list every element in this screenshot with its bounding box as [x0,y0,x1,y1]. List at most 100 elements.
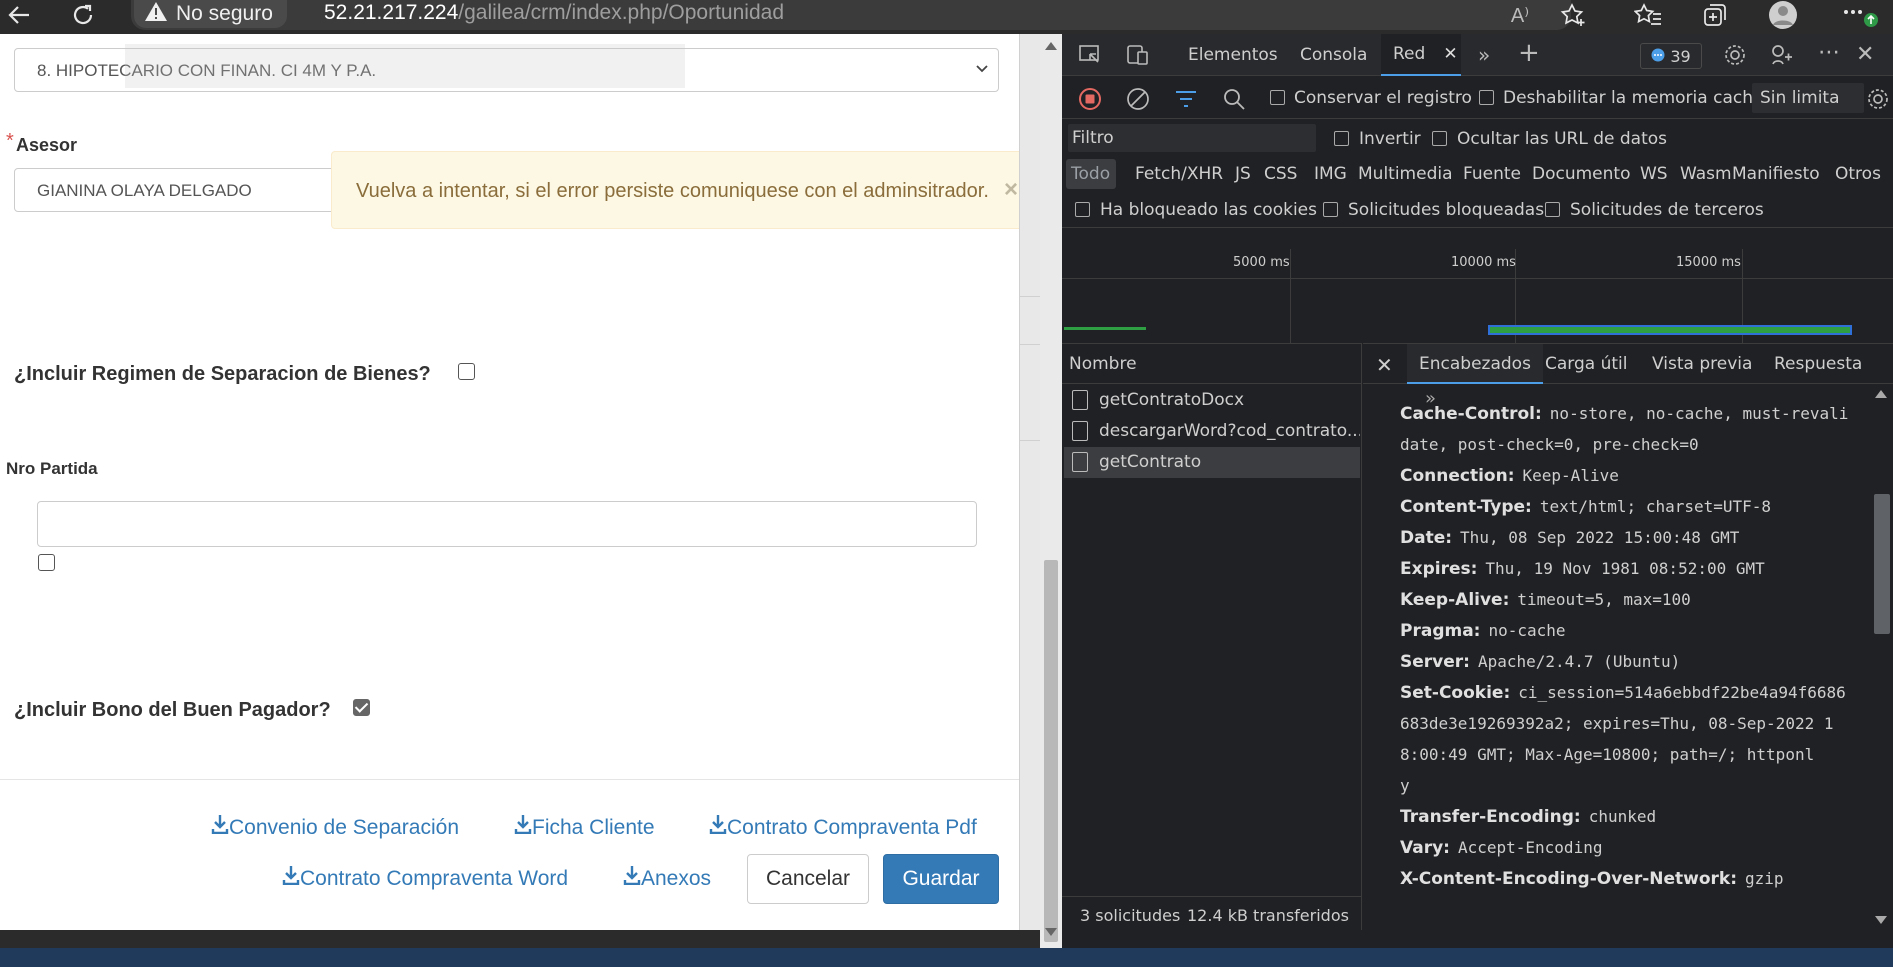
tab-payload[interactable]: Carga útil [1545,354,1627,374]
third-party-label: Solicitudes de terceros [1570,200,1764,220]
close-devtools-icon[interactable]: ✕ [1856,42,1874,67]
cancel-button[interactable]: Cancelar [747,854,869,904]
detail-tabbar: ✕ Encabezados Carga útil Vista previa Re… [1363,344,1893,384]
header-value: no-store, no-cache, must-revali [1549,404,1849,423]
record-stop-icon[interactable] [1078,87,1102,115]
more-menu-icon[interactable] [1840,0,1880,30]
scrollbar-thumb[interactable] [1044,560,1058,942]
url-text[interactable]: 52.21.217.224/galilea/crm/index.php/Opor… [324,1,784,25]
cookie-filter-row: Ha bloqueado las cookies Solicitudes blo… [1062,192,1893,228]
more-tabs-icon[interactable]: » [1478,43,1490,67]
contrato-pdf-link[interactable]: Contrato Compraventa Pdf [709,814,977,840]
file-icon [1072,421,1088,441]
type-fetch-xhr[interactable]: Fetch/XHR [1135,164,1223,184]
inspect-icon[interactable] [1078,44,1102,70]
header-value: Thu, 19 Nov 1981 08:52:00 GMT [1485,559,1765,578]
preserve-log-checkbox[interactable] [1270,90,1285,105]
preserve-log-label: Conservar el registro [1294,88,1472,108]
blocked-requests-checkbox[interactable] [1323,202,1338,217]
tab-console[interactable]: Consola [1300,34,1367,76]
scroll-up-icon[interactable] [1045,42,1057,50]
type-manifest[interactable]: Manifiesto [1732,164,1820,184]
close-tab-icon[interactable]: ✕ [1443,44,1457,64]
devtools-panel: Elementos Consola Red ✕ » + 39 ⋯ ✕ Conse… [1062,34,1893,930]
header-value: Accept-Encoding [1457,838,1603,857]
separation-checkbox[interactable] [458,363,475,380]
type-all[interactable]: Todo [1066,159,1116,189]
header-row: Expires: Thu, 19 Nov 1981 08:52:00 GMT [1400,559,1765,579]
scroll-down-icon[interactable] [1875,916,1887,924]
invert-checkbox[interactable] [1334,131,1349,146]
add-tab-icon[interactable]: + [1518,38,1540,68]
type-js[interactable]: JS [1235,164,1251,184]
throttling-select[interactable]: Sin limita [1752,83,1864,113]
read-aloud-icon[interactable]: A⁾ [1505,0,1535,30]
request-row-selected[interactable]: getContrato [1064,447,1360,478]
download-icon [282,866,300,890]
tab-response[interactable]: Respuesta [1774,354,1862,374]
tab-preview[interactable]: Vista previa [1652,354,1752,374]
warning-icon [144,0,168,28]
favorites-icon[interactable] [1633,0,1663,30]
refresh-icon[interactable] [68,0,98,30]
header-row: Server: Apache/2.4.7 (Ubuntu) [1400,652,1680,672]
type-img[interactable]: IMG [1314,164,1347,184]
more-options-icon[interactable]: ⋯ [1818,40,1840,65]
ficha-cliente-link[interactable]: Ficha Cliente [514,814,655,840]
tab-headers[interactable]: Encabezados [1407,344,1543,384]
settings-gear-icon[interactable] [1723,43,1747,71]
alert-close-icon[interactable]: × [1004,176,1018,204]
request-row[interactable]: descargarWord?cod_contrato... [1064,416,1360,447]
scroll-down-icon[interactable] [1045,928,1057,936]
device-toolbar-icon[interactable] [1126,44,1150,70]
header-value: Keep-Alive [1522,466,1619,485]
blocked-requests-label: Solicitudes bloqueadas [1348,200,1545,220]
not-secure-badge[interactable]: No seguro [134,0,287,28]
timeline-overview[interactable]: 5000 ms 10000 ms 15000 ms [1062,249,1893,343]
type-font[interactable]: Fuente [1463,164,1521,184]
type-multimedia[interactable]: Multimedia [1358,164,1453,184]
type-css[interactable]: CSS [1264,164,1297,184]
convenio-link[interactable]: Convenio de Separación [211,814,459,840]
alert-message: Vuelva a intentar, si el error persiste … [356,180,989,202]
anexos-link[interactable]: Anexos [623,865,711,891]
tab-network[interactable]: Red ✕ [1381,34,1461,76]
file-icon [1072,452,1088,472]
search-icon[interactable] [1222,87,1246,115]
blocked-cookies-checkbox[interactable] [1075,202,1090,217]
save-button[interactable]: Guardar [883,854,999,904]
hide-data-urls-checkbox[interactable] [1432,131,1447,146]
profile-avatar-icon[interactable] [1765,0,1801,30]
detail-scrollbar[interactable] [1871,384,1893,930]
bono-checkbox[interactable] [353,699,370,716]
tab-elements[interactable]: Elementos [1188,34,1278,76]
back-icon[interactable] [4,0,34,30]
type-ws[interactable]: WS [1640,164,1668,184]
type-wasm[interactable]: Wasm [1680,164,1732,184]
partida-checkbox[interactable] [38,554,55,571]
header-key: Content-Type: [1400,497,1532,517]
issues-badge[interactable]: 39 [1640,43,1702,69]
header-key: Date: [1400,528,1453,548]
header-value: timeout=5, max=100 [1517,590,1691,609]
network-settings-icon[interactable] [1866,87,1890,115]
filter-icon[interactable] [1174,89,1198,113]
partida-input[interactable] [37,501,977,547]
detail-scroll-thumb[interactable] [1874,494,1890,634]
type-other[interactable]: Otros [1835,164,1881,184]
scroll-up-icon[interactable] [1875,390,1887,398]
close-detail-icon[interactable]: ✕ [1376,353,1393,377]
page-scrollbar[interactable] [1040,34,1062,948]
filter-input[interactable]: Filtro [1068,124,1316,152]
collections-icon[interactable] [1700,0,1730,30]
disable-cache-checkbox[interactable] [1479,90,1494,105]
type-document[interactable]: Documento [1532,164,1630,184]
clear-icon[interactable] [1126,87,1150,115]
contrato-word-link[interactable]: Contrato Compraventa Word [282,865,568,891]
header-value-continued: 8:00:49 GMT; Max-Age=10800; path=/; http… [1400,745,1815,764]
third-party-checkbox[interactable] [1545,202,1560,217]
add-favorite-icon[interactable] [1558,0,1588,30]
customize-icon[interactable] [1770,43,1794,71]
header-row: Date: Thu, 08 Sep 2022 15:00:48 GMT [1400,528,1739,548]
request-row[interactable]: getContratoDocx [1064,385,1360,416]
